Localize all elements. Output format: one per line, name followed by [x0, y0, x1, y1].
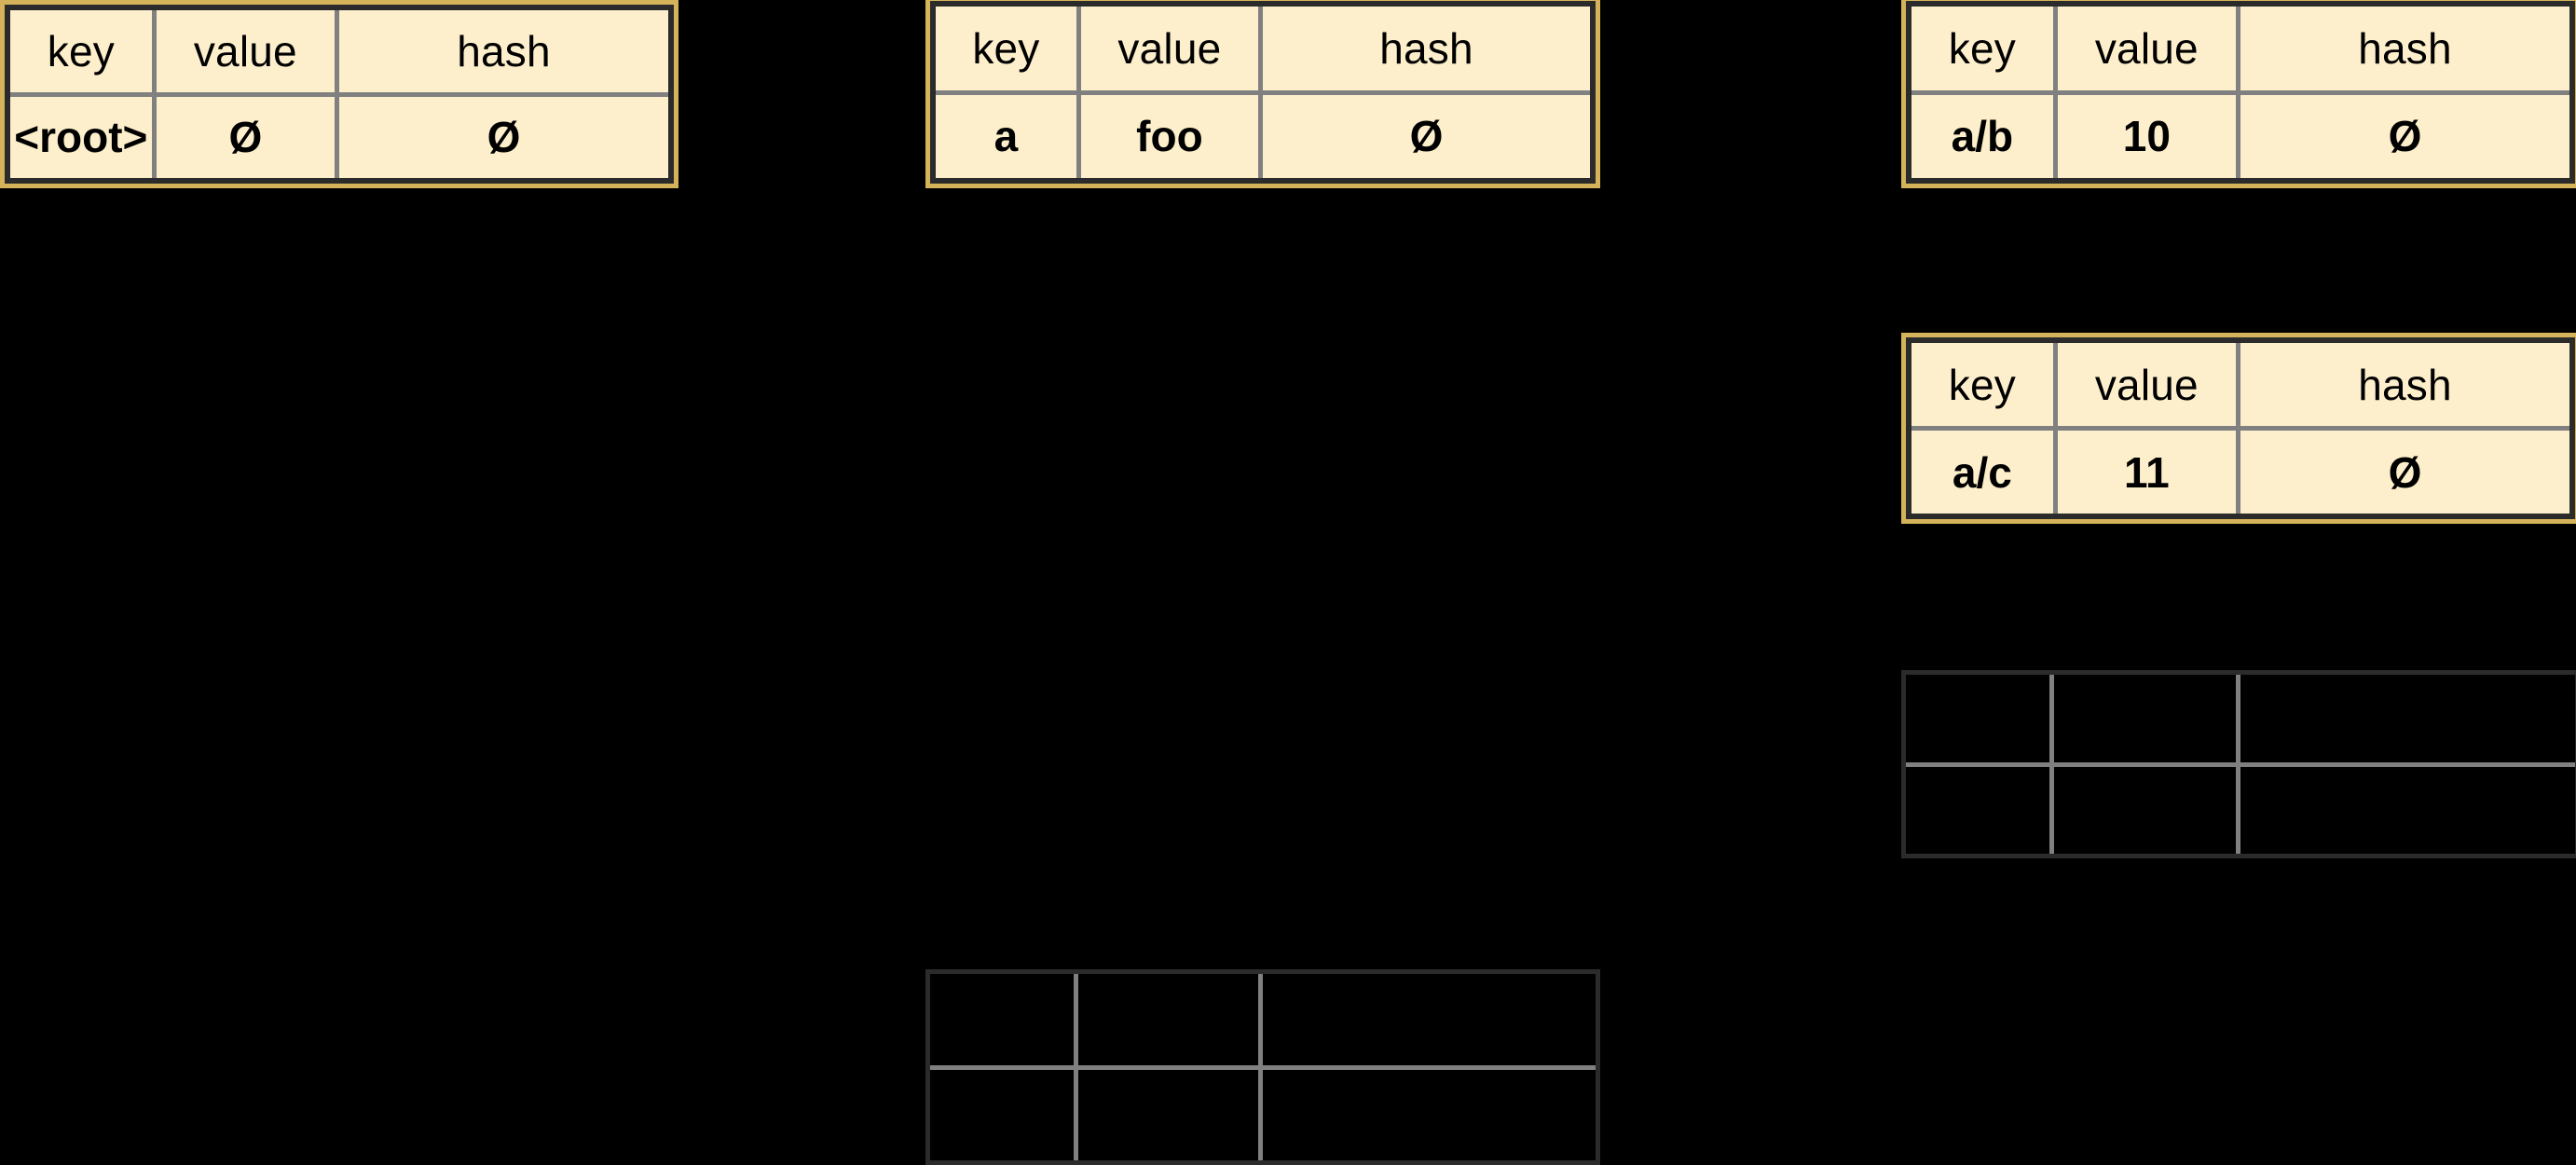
diagram-canvas: key value hash <root> Ø Ø key value hash…: [0, 0, 2576, 1165]
cell-key: a: [936, 94, 1081, 178]
header-cell-value: value: [157, 10, 339, 92]
header-cell-value: [1078, 974, 1263, 1065]
cell-key: <root>: [10, 96, 157, 178]
header-cell-hash: hash: [2358, 23, 2452, 73]
cell-value: Ø: [157, 96, 339, 178]
cell-key: [1906, 766, 2055, 854]
table-row: a/c 11 Ø: [1911, 431, 2569, 514]
empty-node-table-right[interactable]: [1901, 670, 2576, 858]
cell-hash: Ø: [2388, 447, 2422, 497]
header-cell-key: [930, 974, 1078, 1065]
header-cell-value: value: [1081, 7, 1263, 90]
table-header-row: [930, 974, 1596, 1070]
header-cell-hash: hash: [1379, 23, 1473, 73]
table-body: [1906, 675, 2575, 854]
node-a-b-table[interactable]: key value hash a/b 10 Ø: [1901, 0, 2576, 188]
table-body: [930, 974, 1596, 1160]
cell-key: a/c: [1911, 431, 2058, 514]
table-row: [930, 1069, 1596, 1161]
header-cell-key: key: [1911, 343, 2058, 426]
header-cell-value: value: [2058, 343, 2240, 426]
header-cell-hash: [1263, 974, 1596, 1065]
cell-value: [1078, 1069, 1263, 1160]
cell-value: [2054, 766, 2240, 854]
header-cell-hash: hash: [457, 26, 551, 75]
cell-value: 10: [2058, 94, 2240, 178]
cell-hash: Ø: [2388, 112, 2422, 161]
table-body: key value hash a foo Ø: [930, 1, 1596, 184]
header-cell-value: value: [2058, 7, 2240, 90]
cell-hash: [2240, 767, 2575, 855]
header-cell-key: key: [10, 10, 157, 92]
table-row: a foo Ø: [936, 94, 1590, 178]
table-body: key value hash a/b 10 Ø: [1906, 1, 2575, 184]
header-cell-hash: [2240, 675, 2575, 762]
root-node-table[interactable]: key value hash <root> Ø Ø: [0, 0, 678, 188]
header-cell-hash: hash: [2358, 360, 2452, 409]
header-cell-key: [1906, 675, 2055, 762]
table-row: <root> Ø Ø: [10, 96, 668, 178]
table-row: [1906, 766, 2575, 855]
cell-key: [930, 1069, 1078, 1160]
table-header-row: key value hash: [1911, 7, 2569, 95]
cell-value: 11: [2058, 431, 2240, 514]
empty-node-table-center[interactable]: [925, 969, 1600, 1165]
header-cell-key: key: [936, 7, 1081, 90]
node-a-table[interactable]: key value hash a foo Ø: [925, 0, 1600, 188]
node-a-c-table[interactable]: key value hash a/c 11 Ø: [1901, 333, 2576, 524]
table-header-row: key value hash: [10, 10, 668, 97]
cell-value: foo: [1081, 94, 1263, 178]
cell-hash: [1263, 1070, 1596, 1161]
table-body: key value hash <root> Ø Ø: [5, 5, 674, 184]
cell-hash: Ø: [486, 113, 521, 162]
table-body: key value hash a/c 11 Ø: [1906, 337, 2575, 519]
table-header-row: key value hash: [1911, 343, 2569, 431]
table-row: a/b 10 Ø: [1911, 94, 2569, 178]
table-header-row: key value hash: [936, 7, 1590, 95]
cell-key: a/b: [1911, 94, 2058, 178]
table-header-row: [1906, 675, 2575, 767]
header-cell-key: key: [1911, 7, 2058, 90]
cell-hash: Ø: [1409, 112, 1444, 161]
header-cell-value: [2054, 675, 2240, 762]
